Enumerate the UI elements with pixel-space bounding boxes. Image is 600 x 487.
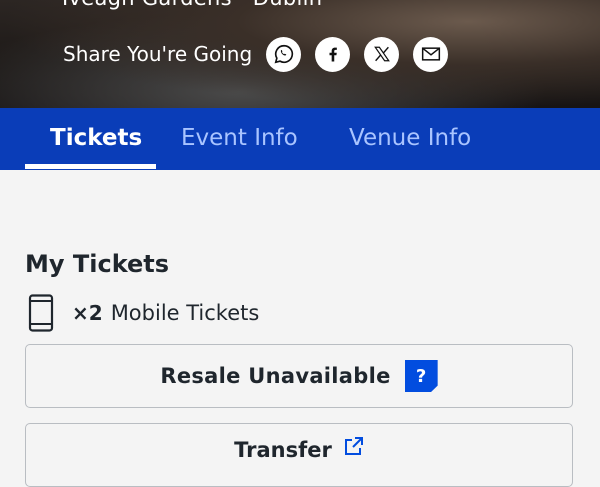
venue-location: Iveagh Gardens · Dublin xyxy=(62,0,322,10)
facebook-icon xyxy=(329,47,337,62)
tab-event-info[interactable]: Event Info xyxy=(181,108,298,170)
mobile-phone-icon xyxy=(28,294,54,332)
share-email-button[interactable] xyxy=(413,36,449,72)
share-label: Share You're Going xyxy=(63,42,253,66)
resale-label: Resale Unavailable xyxy=(160,364,391,388)
my-tickets-heading: My Tickets xyxy=(25,250,170,278)
event-hero: Iveagh Gardens · Dublin Share You're Goi… xyxy=(0,0,600,108)
external-arrow-icon xyxy=(344,437,363,455)
active-tab-indicator xyxy=(25,164,156,169)
ticket-type-label: Mobile Tickets xyxy=(110,301,260,325)
transfer-button[interactable]: Transfer xyxy=(25,423,573,487)
share-whatsapp-button[interactable] xyxy=(266,36,302,72)
tab-venue-info[interactable]: Venue Info xyxy=(349,108,471,170)
share-facebook-button[interactable] xyxy=(315,36,351,72)
ticket-quantity: ×2 xyxy=(72,301,103,325)
share-x-button[interactable] xyxy=(364,36,400,72)
transfer-label: Transfer xyxy=(234,438,332,462)
email-icon xyxy=(421,47,440,61)
whatsapp-icon xyxy=(274,44,293,64)
share-row: Share You're Going xyxy=(63,36,462,72)
event-tabs: Tickets Event Info Venue Info xyxy=(0,108,600,170)
resale-unavailable-button[interactable]: Resale Unavailable ? xyxy=(25,344,573,408)
tab-tickets[interactable]: Tickets xyxy=(50,108,142,170)
ticket-summary: ×2 Mobile Tickets xyxy=(28,294,259,332)
help-icon[interactable]: ? xyxy=(404,360,438,392)
x-icon xyxy=(373,46,390,62)
